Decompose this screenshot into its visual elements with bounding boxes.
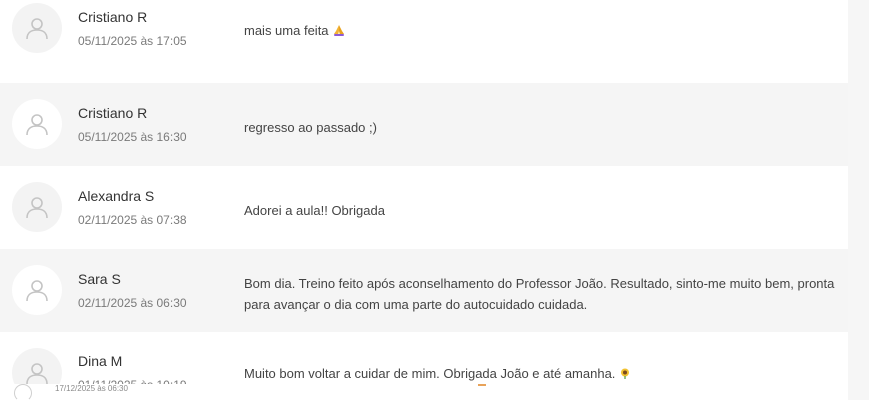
user-icon [26,18,48,40]
partial-comment-row: 17/12/2025 às 06:30 [0,384,848,400]
comment-message: Bom dia. Treino feito após aconselhament… [244,276,835,312]
avatar [12,182,62,232]
comment-message: Muito bom voltar a cuidar de mim. Obriga… [244,363,844,384]
user-icon [26,114,48,136]
user-icon [26,280,48,302]
comment-date: 17/12/2025 às 06:30 [55,384,128,393]
comment-text: Muito bom voltar a cuidar de mim. Obriga… [244,366,616,381]
comment-author: Alexandra S [78,188,155,204]
comment-author: Cristiano R [78,9,148,25]
comment-date: 05/11/2025 às 16:30 [78,130,187,144]
avatar [14,384,32,400]
comment-date: 02/11/2025 às 06:30 [78,296,187,310]
avatar [12,265,62,315]
avatar [12,3,62,53]
comment-row: Cristiano R 05/11/2025 às 16:30 regresso… [0,83,848,166]
comment-message: Adorei a aula!! Obrigada [244,203,385,218]
comment-row: Sara S 02/11/2025 às 06:30 Bom dia. Trei… [0,249,848,332]
comment-row: Dina M 01/11/2025 às 10:19 Muito bom vol… [0,332,848,398]
comment-author: Sara S [78,271,121,287]
comment-author: Cristiano R [78,105,148,121]
comment-message: mais uma feita [244,20,844,41]
comment-author: Dina M [78,353,123,369]
scroll-gutter [848,0,869,400]
comment-list: Cristiano R 05/11/2025 às 17:05 mais uma… [0,0,848,398]
user-icon [26,197,48,219]
comment-row: Cristiano R 05/11/2025 às 17:05 mais uma… [0,0,848,83]
emoji-fragment [478,384,486,386]
comment-message: regresso ao passado ;) [244,120,377,135]
avatar [12,99,62,149]
comment-date: 02/11/2025 às 07:38 [78,213,187,227]
comments-page: Cristiano R 05/11/2025 às 17:05 mais uma… [0,0,869,400]
sunflower-icon [621,368,630,379]
comment-text: mais uma feita [244,23,329,38]
user-icon [26,363,48,385]
folded-hands-icon [333,25,344,36]
comment-row: Alexandra S 02/11/2025 às 07:38 Adorei a… [0,166,848,249]
comment-date: 05/11/2025 às 17:05 [78,34,187,48]
